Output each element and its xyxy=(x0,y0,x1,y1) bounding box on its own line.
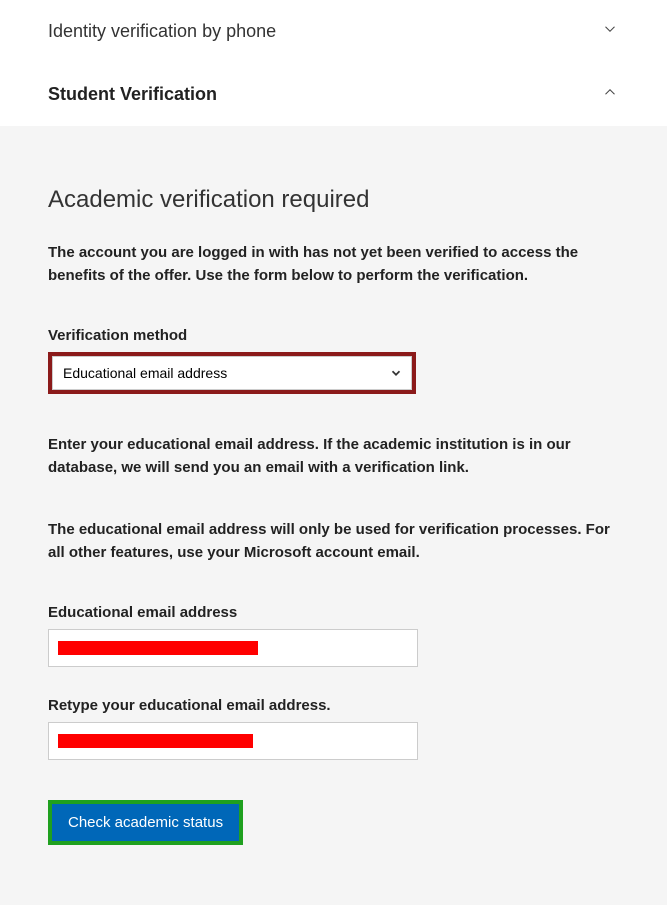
accordion-student-verification[interactable]: Student Verification xyxy=(0,63,667,126)
chevron-up-icon xyxy=(601,83,619,106)
info-text-1: Enter your educational email address. If… xyxy=(48,434,619,479)
check-status-button[interactable]: Check academic status xyxy=(52,804,239,841)
retype-group: Retype your educational email address. xyxy=(48,697,619,760)
retype-label: Retype your educational email address. xyxy=(48,697,619,714)
email-input-wrapper xyxy=(48,629,418,667)
verification-method-select[interactable]: Educational email address xyxy=(52,356,412,390)
retype-input-wrapper xyxy=(48,722,418,760)
accordion-title-identity: Identity verification by phone xyxy=(48,21,276,42)
accordion-identity-phone[interactable]: Identity verification by phone xyxy=(0,0,667,63)
email-group: Educational email address xyxy=(48,604,619,667)
panel-heading: Academic verification required xyxy=(48,186,619,214)
redacted-value xyxy=(58,641,258,655)
highlight-button: Check academic status xyxy=(48,800,243,845)
email-label: Educational email address xyxy=(48,604,619,621)
info-text-2: The educational email address will only … xyxy=(48,519,619,564)
panel-description: The account you are logged in with has n… xyxy=(48,242,619,287)
chevron-down-icon xyxy=(601,20,619,43)
verification-panel: Academic verification required The accou… xyxy=(0,126,667,905)
method-label: Verification method xyxy=(48,327,619,344)
highlight-method: Educational email address xyxy=(48,352,416,394)
redacted-value xyxy=(58,734,253,748)
accordion-title-student: Student Verification xyxy=(48,84,217,105)
